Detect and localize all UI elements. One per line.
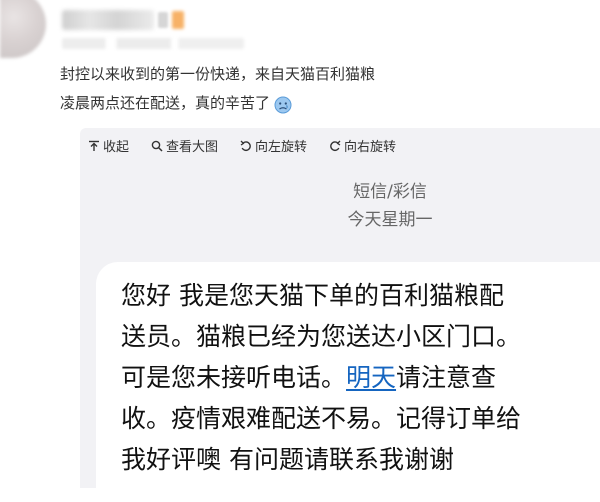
post-line-2-text: 凌晨两点还在配送，真的辛苦了: [60, 94, 271, 112]
view-large-label: 查看大图: [166, 140, 219, 155]
username-blurred[interactable]: [62, 10, 154, 30]
rotate-left-icon: [240, 140, 251, 151]
rotate-left-label: 向左旋转: [255, 140, 308, 155]
sms-line-3: 可是您未接听电话。明天请注意查: [121, 357, 521, 398]
sms-line-3-end: 请注意查: [396, 363, 497, 392]
rotate-right-label: 向右旋转: [344, 140, 397, 155]
image-toolbar: 收起 查看大图 向左旋转 向右旋转: [88, 136, 396, 155]
collapse-button[interactable]: 收起: [88, 136, 129, 155]
sms-line-2: 送员。猫粮已经为您送达小区门口。: [121, 322, 522, 351]
post-line-1-text: 封控以来收到的第一份快递，来自天猫百利猫粮: [60, 65, 376, 83]
sms-type-label: 短信/彩信: [353, 182, 427, 202]
sms-date-label: 今天星期一: [347, 210, 433, 230]
user-badge-grey: [158, 12, 168, 28]
sms-line-3-start: 可是您未接听电话。: [121, 363, 347, 392]
collapse-up-icon: [89, 140, 99, 151]
user-badge-orange: [172, 11, 184, 29]
rotate-right-icon: [330, 140, 341, 151]
post-line-1: 封控以来收到的第一份快递，来自天猫百利猫粮: [60, 60, 375, 89]
rotate-left-button[interactable]: 向左旋转: [240, 136, 307, 155]
view-large-button[interactable]: 查看大图: [151, 136, 218, 155]
collapse-label: 收起: [103, 140, 130, 155]
avatar[interactable]: [0, 0, 46, 58]
magnifier-icon: [151, 140, 163, 152]
sms-line-5: 我好评噢 有问题请联系我谢谢: [121, 445, 454, 474]
sms-line-1: 您好 我是您天猫下单的百利猫粮配: [121, 281, 504, 310]
date-link[interactable]: 明天: [346, 363, 396, 392]
rotate-right-button[interactable]: 向右旋转: [329, 136, 396, 155]
post-line-2: 凌晨两点还在配送，真的辛苦了: [60, 89, 375, 118]
sms-header: 短信/彩信 今天星期一: [290, 178, 490, 234]
sms-line-4: 收。疫情艰难配送不易。记得订单给: [121, 404, 522, 433]
post-text: 封控以来收到的第一份快递，来自天猫百利猫粮 凌晨两点还在配送，真的辛苦了: [60, 60, 375, 118]
sad-face-emoji-icon: [274, 95, 292, 113]
sms-message-text: 您好 我是您天猫下单的百利猫粮配 送员。猫粮已经为您送达小区门口。 可是您未接听…: [121, 275, 521, 480]
post-meta-blurred: [62, 38, 244, 49]
